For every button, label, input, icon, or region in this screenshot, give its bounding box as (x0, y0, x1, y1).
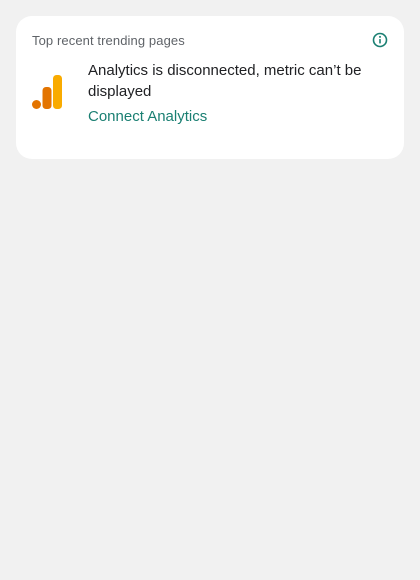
trending-pages-card: Top recent trending pages Analytics is d… (16, 16, 404, 159)
card-title: Top recent trending pages (32, 32, 185, 48)
google-analytics-logo-icon (32, 74, 64, 110)
connect-analytics-link[interactable]: Connect Analytics (88, 106, 378, 127)
card-header: Top recent trending pages (32, 31, 388, 49)
disconnected-notice: Analytics is disconnected, metric can’t … (32, 60, 388, 127)
disconnected-message: Analytics is disconnected, metric can’t … (88, 62, 362, 100)
info-icon[interactable] (372, 32, 388, 48)
message-column: Analytics is disconnected, metric can’t … (88, 60, 378, 127)
